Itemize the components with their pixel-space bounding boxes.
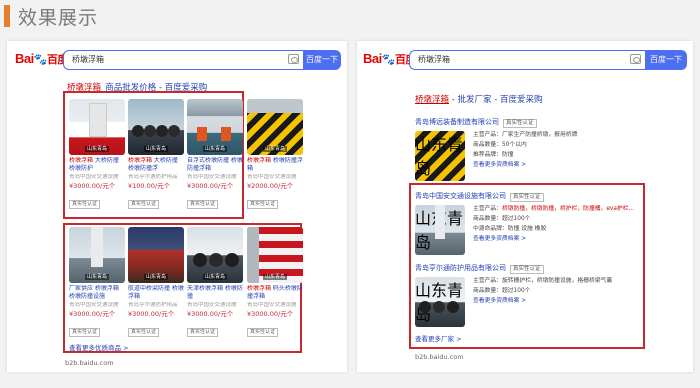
cert-badge: 真实性认证	[187, 200, 219, 209]
cert-badge: 真实性认证	[128, 328, 160, 337]
product-price: ¥3000.00/元个	[69, 182, 116, 190]
product-price: ¥3000.00/元个	[187, 310, 234, 318]
search-input[interactable]: 桥墩浮箱	[409, 50, 645, 70]
company-image[interactable]: 山东青岛	[415, 205, 465, 255]
search-bar: Bai🐾百度 桥墩浮箱 百度一下	[357, 49, 693, 71]
product-image[interactable]: 山东青岛	[69, 227, 125, 283]
more-qualifications-link[interactable]: 查看更多资质档案 >	[473, 234, 653, 244]
search-button[interactable]: 百度一下	[303, 50, 341, 70]
product-image[interactable]: 山东青岛	[187, 99, 243, 155]
cert-badge: 真实性认证	[187, 328, 219, 337]
search-query: 桥墩浮箱	[418, 55, 450, 64]
product-image[interactable]: 山东青岛	[128, 227, 184, 283]
more-manufacturers-link[interactable]: 查看更多厂家 >	[415, 333, 462, 343]
product-card[interactable]: 山东青岛 桥墩浮箱 码头桥墩防撞浮箱 青岛中国安交通设施 ¥3000.00/元个…	[247, 227, 303, 337]
cert-badge: 真实性认证	[510, 193, 544, 202]
company-card[interactable]: 青岛中国安交通设施有限公司 真实性认证 山东青岛 主营产品：桥墩防撞，桥墩防撞，桥…	[415, 191, 655, 255]
cert-badge: 真实性认证	[247, 200, 279, 209]
right-screenshot-panel: Bai🐾百度 桥墩浮箱 百度一下 桥墩浮箱 - 批发厂家 - 百度爱采购 青岛博…	[357, 41, 693, 372]
search-query: 桥墩浮箱	[72, 55, 104, 64]
product-card[interactable]: 山东青岛 桥墩浮箱 桥墩防撞浮箱 青岛中国安交通设施 ¥2000.00/元个 真…	[247, 99, 303, 209]
left-screenshot-panel: Bai🐾百度 桥墩浮箱 百度一下 桥墩浮箱_商品批发价格 - 百度爱采购 山东青…	[7, 41, 347, 372]
company-name[interactable]: 青岛亨尔通防护用品有限公司	[415, 264, 506, 272]
company-image[interactable]: 山东青岛	[415, 277, 465, 327]
product-price: ¥3000.00/元个	[128, 310, 175, 318]
slide-title-bar: 效果展示	[0, 4, 99, 29]
product-price: ¥3000.00/元个	[69, 310, 116, 318]
camera-icon[interactable]	[288, 54, 299, 64]
footer-url[interactable]: b2b.baidu.com	[65, 359, 114, 367]
search-bar: Bai🐾百度 桥墩浮箱 百度一下	[7, 49, 347, 71]
product-card[interactable]: 山东青岛 航道中桥梁防撞 桥墩浮箱 青岛亨尔通防护用品 ¥3000.00/元个 …	[128, 227, 184, 337]
more-qualifications-link[interactable]: 查看更多资质档案 >	[473, 160, 653, 170]
product-image[interactable]: 山东青岛	[247, 227, 303, 283]
product-price: ¥100.00/元个	[128, 182, 171, 190]
company-image[interactable]: 山东青岛	[415, 131, 465, 181]
cert-badge: 真实性认证	[510, 265, 544, 274]
product-image[interactable]: 山东青岛	[69, 99, 125, 155]
footer-url[interactable]: b2b.baidu.com	[415, 353, 464, 361]
baidu-logo[interactable]: Bai🐾百度	[15, 51, 68, 67]
product-image[interactable]: 山东青岛	[128, 99, 184, 155]
product-card[interactable]: 山东青岛 厂家供应 桥墩浮箱 桥墩防撞设施 青岛中国安交通设施 ¥3000.00…	[69, 227, 125, 337]
slide-title: 效果展示	[18, 6, 99, 29]
company-name[interactable]: 青岛中国安交通设施有限公司	[415, 192, 506, 200]
company-card[interactable]: 青岛博远装备制造有限公司 真实性认证 山东青岛 主营产品：厂家生产防撞桥墩，报用桥…	[415, 117, 655, 181]
cert-badge: 真实性认证	[128, 200, 160, 209]
product-card[interactable]: 山东青岛 自浮式桥墩防撞 桥墩防撞浮箱 青岛中国安交通设施 ¥3000.00/元…	[187, 99, 243, 209]
product-price: ¥3000.00/元个	[187, 182, 234, 190]
cert-badge: 真实性认证	[69, 328, 101, 337]
more-qualifications-link[interactable]: 查看更多资质档案 >	[473, 296, 653, 306]
product-card[interactable]: 山东青岛 桥墩浮箱 大桥防撞 桥墩防撞浮 青岛亨尔通防护用品 ¥100.00/元…	[128, 99, 184, 209]
product-image[interactable]: 山东青岛	[187, 227, 243, 283]
company-card[interactable]: 青岛亨尔通防护用品有限公司 真实性认证 山东青岛 主营产品：旋转栅护栏，桥墩防撞设…	[415, 263, 655, 327]
cert-badge: 真实性认证	[503, 119, 537, 128]
search-input[interactable]: 桥墩浮箱	[63, 50, 303, 70]
product-image[interactable]: 山东青岛	[247, 99, 303, 155]
more-products-link[interactable]: 查看更多优质商品 >	[69, 342, 129, 352]
product-card[interactable]: 山东青岛 桥墩浮箱 大桥防撞 桥墩防护 青岛中国安交通设施 ¥3000.00/元…	[69, 99, 125, 209]
camera-icon[interactable]	[630, 54, 641, 64]
product-card[interactable]: 山东青岛 天津桥墩浮箱 桥墩防撞 青岛中国安交通设施 ¥3000.00/元个 真…	[187, 227, 243, 337]
baidu-logo[interactable]: Bai🐾百度	[363, 51, 416, 67]
product-price: ¥3000.00/元个	[247, 310, 294, 318]
product-price: ¥2000.00/元个	[247, 182, 294, 190]
cert-badge: 真实性认证	[69, 200, 101, 209]
search-button[interactable]: 百度一下	[645, 50, 687, 70]
title-accent-bar	[4, 5, 10, 27]
result-title-link[interactable]: 桥墩浮箱 - 批发厂家 - 百度爱采购	[415, 93, 542, 105]
company-name[interactable]: 青岛博远装备制造有限公司	[415, 118, 499, 126]
cert-badge: 真实性认证	[247, 328, 279, 337]
